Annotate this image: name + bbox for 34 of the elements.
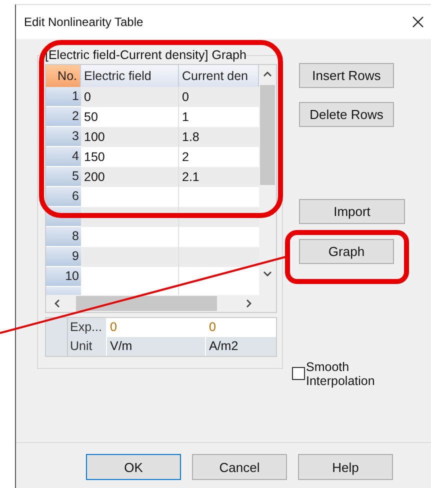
- row-header[interactable]: 1: [46, 87, 81, 107]
- action-button[interactable]: Graph: [299, 239, 394, 264]
- table-cell[interactable]: 0: [179, 87, 259, 107]
- row-header[interactable]: 6: [46, 187, 81, 207]
- table-cell[interactable]: V/m: [106, 337, 205, 356]
- action-button[interactable]: Delete Rows: [299, 102, 394, 127]
- close-icon[interactable]: [412, 16, 424, 28]
- row-header[interactable]: 8: [46, 227, 81, 247]
- row-header[interactable]: 9: [46, 247, 81, 267]
- table-cell[interactable]: 1.8: [179, 127, 259, 147]
- table-cell[interactable]: 2: [179, 147, 259, 167]
- dialog-button[interactable]: OK: [86, 454, 181, 480]
- table-cell[interactable]: A/m2: [205, 337, 276, 356]
- horizontal-scrollbar[interactable]: [46, 295, 276, 312]
- row-header[interactable]: 5: [46, 167, 81, 187]
- group-title: [Electric field-Current density] Graph: [45, 48, 246, 62]
- column-header[interactable]: Current den: [179, 65, 259, 87]
- row-header[interactable]: 2: [46, 107, 81, 127]
- dialog-button[interactable]: Cancel: [192, 454, 287, 480]
- window-title: Edit Nonlinearity Table: [24, 15, 144, 29]
- checkbox[interactable]: [292, 367, 305, 380]
- row-header[interactable]: 4: [46, 147, 81, 167]
- dialog-button[interactable]: Help: [298, 454, 393, 480]
- action-button[interactable]: Insert Rows: [299, 63, 394, 88]
- table-cell[interactable]: 1: [179, 107, 259, 127]
- column-header[interactable]: Electric field: [81, 65, 179, 87]
- row-header[interactable]: 3: [46, 127, 81, 147]
- checkbox-label[interactable]: Smooth Interpolation: [306, 360, 396, 388]
- column-header[interactable]: No.: [46, 65, 81, 87]
- row-header[interactable]: 10: [46, 267, 81, 287]
- action-button[interactable]: Import: [299, 199, 405, 224]
- vertical-scrollbar[interactable]: [259, 65, 276, 295]
- table-cell[interactable]: 2.1: [179, 167, 259, 187]
- row-label: Exp...: [68, 318, 106, 337]
